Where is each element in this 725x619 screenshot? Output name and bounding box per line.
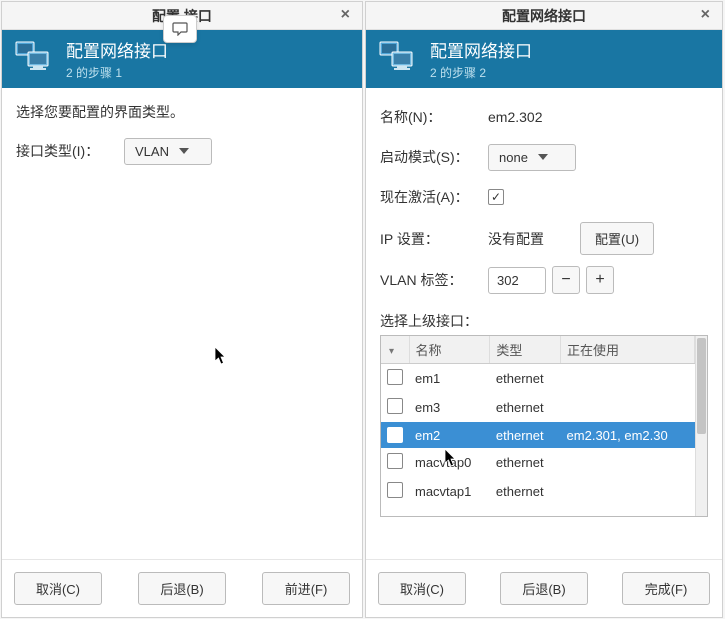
row-checkbox[interactable] — [387, 369, 403, 385]
table-header-check[interactable] — [381, 336, 409, 364]
row-checkbox[interactable] — [387, 398, 403, 414]
header-title: 配置网络接口 — [430, 37, 532, 62]
header-title: 配置网络接口 — [66, 37, 168, 62]
next-button[interactable]: 前进(F) — [262, 572, 350, 605]
table-row[interactable]: em1ethernet — [381, 364, 695, 394]
table-scrollbar[interactable] — [695, 336, 707, 516]
start-mode-label: 启动模式(S)： — [380, 147, 488, 167]
scrollbar-thumb[interactable] — [697, 338, 706, 434]
stepper-minus-button[interactable]: − — [552, 266, 580, 294]
header-step: 2 的步骤 1 — [66, 64, 168, 81]
cancel-button[interactable]: 取消(C) — [378, 572, 466, 605]
dialog-step1: 配置 接口 × 配置网络接口 2 的步骤 1 选择您要配置的界面类型。 接口类型… — [1, 1, 363, 618]
footer-buttons: 取消(C) 后退(B) 前进(F) — [2, 559, 362, 617]
row-checkbox[interactable] — [387, 453, 403, 469]
ip-configure-button[interactable]: 配置(U) — [580, 222, 654, 255]
table-row[interactable]: em3ethernet — [381, 393, 695, 422]
row-checkbox[interactable] — [387, 482, 403, 498]
stepper-plus-button[interactable]: + — [586, 266, 614, 294]
row-type: ethernet — [490, 422, 561, 448]
back-button[interactable]: 后退(B) — [500, 572, 588, 605]
dialog-step2: 配置网络接口 × 配置网络接口 2 的步骤 2 名称(N)： em2.302 启… — [365, 1, 723, 618]
ip-settings-label: IP 设置： — [380, 229, 488, 249]
activate-now-label: 现在激活(A)： — [380, 187, 488, 207]
vlan-tag-input[interactable]: 302 — [488, 267, 546, 294]
chevron-down-icon — [538, 154, 548, 160]
row-name: em3 — [409, 393, 490, 422]
parent-interface-table: 名称 类型 正在使用 em1ethernetem3ethernetem2ethe… — [380, 335, 708, 517]
interface-type-value: VLAN — [135, 144, 169, 159]
table-header-in-use[interactable]: 正在使用 — [561, 336, 695, 364]
vlan-tag-stepper: 302 − + — [488, 266, 614, 294]
header-step: 2 的步骤 2 — [430, 64, 532, 81]
computer-network-icon — [14, 38, 56, 80]
prompt-text: 选择您要配置的界面类型。 — [16, 102, 348, 122]
speech-bubble-icon — [172, 22, 188, 36]
row-checkbox[interactable] — [387, 427, 403, 443]
row-name: macvtap0 — [409, 448, 490, 477]
close-button[interactable]: × — [697, 6, 714, 24]
footer-buttons: 取消(C) 后退(B) 完成(F) — [366, 559, 722, 617]
interface-type-select[interactable]: VLAN — [124, 138, 212, 165]
cancel-button[interactable]: 取消(C) — [14, 572, 102, 605]
table-row[interactable]: em2ethernetem2.301, em2.30 — [381, 422, 695, 448]
table-header-type[interactable]: 类型 — [490, 336, 561, 364]
window-title: 配置网络接口 — [502, 6, 586, 26]
chevron-down-icon — [179, 148, 189, 154]
name-label: 名称(N)： — [380, 107, 488, 127]
wizard-header: 配置网络接口 2 的步骤 2 — [366, 30, 722, 88]
table-row[interactable]: macvtap0ethernet — [381, 448, 695, 477]
row-name: em1 — [409, 364, 490, 394]
row-type: ethernet — [490, 477, 561, 506]
row-type: ethernet — [490, 448, 561, 477]
computer-network-icon — [378, 38, 420, 80]
close-button[interactable]: × — [337, 6, 354, 24]
row-name: em2 — [409, 422, 490, 448]
titlebar: 配置网络接口 × — [366, 2, 722, 30]
row-in-use — [561, 448, 695, 477]
row-type: ethernet — [490, 364, 561, 394]
table-header-name[interactable]: 名称 — [409, 336, 490, 364]
row-type: ethernet — [490, 393, 561, 422]
name-value: em2.302 — [488, 109, 542, 125]
finish-button[interactable]: 完成(F) — [622, 572, 710, 605]
start-mode-value: none — [499, 150, 528, 165]
activate-now-checkbox[interactable] — [488, 189, 504, 205]
row-in-use — [561, 393, 695, 422]
row-name: macvtap1 — [409, 477, 490, 506]
parent-interface-label: 选择上级接口： — [380, 311, 708, 331]
interface-type-label: 接口类型(I)： — [16, 141, 124, 161]
start-mode-select[interactable]: none — [488, 144, 576, 171]
ip-settings-value: 没有配置 — [488, 229, 580, 249]
back-button[interactable]: 后退(B) — [138, 572, 226, 605]
table-row[interactable]: macvtap1ethernet — [381, 477, 695, 506]
row-in-use — [561, 477, 695, 506]
row-in-use: em2.301, em2.30 — [561, 422, 695, 448]
comment-bubble[interactable] — [163, 15, 197, 43]
vlan-tag-label: VLAN 标签： — [380, 270, 488, 290]
row-in-use — [561, 364, 695, 394]
